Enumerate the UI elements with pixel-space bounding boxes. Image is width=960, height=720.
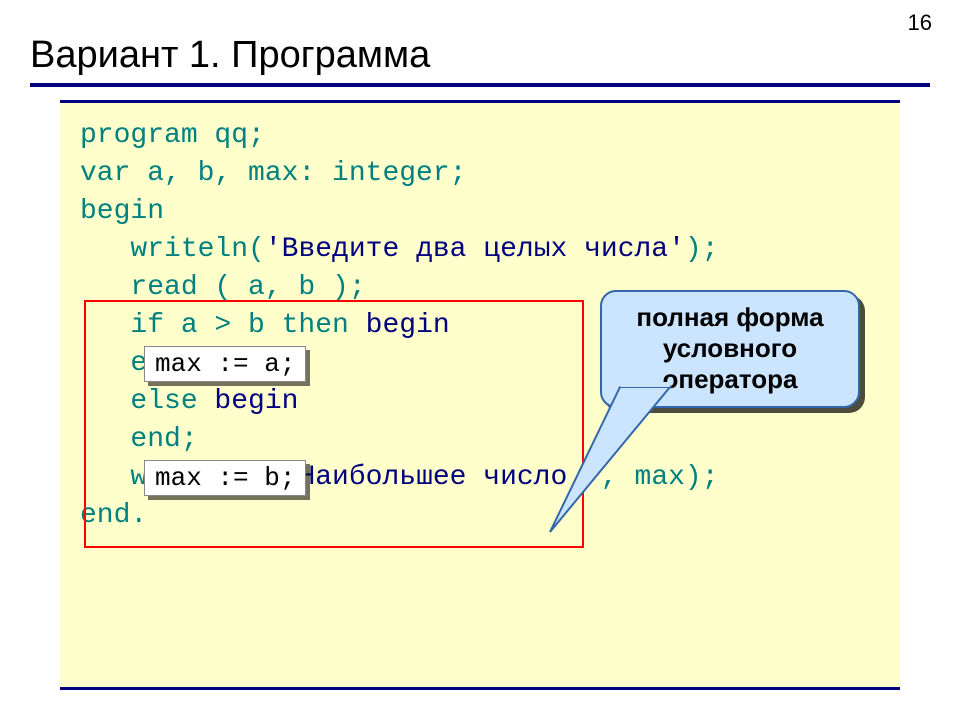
code-line: var a, b, max: integer; [80,155,880,193]
code-line: begin [80,193,880,231]
code-line: end. [80,497,880,535]
code-line: writeln('Введите два целых числа'); [80,231,880,269]
assignment-box-b: max := b; [144,460,306,496]
slide-title: Вариант 1. Программа [30,34,930,87]
callout-line: условного [616,333,844,364]
callout-tail-icon [550,382,710,542]
page-number: 16 [908,10,932,36]
code-line: end; [80,421,880,459]
slide: 16 Вариант 1. Программа program qq; var … [0,0,960,720]
assignment-box-a: max := a; [144,346,306,382]
callout-line: полная форма [616,302,844,333]
code-line: program qq; [80,117,880,155]
